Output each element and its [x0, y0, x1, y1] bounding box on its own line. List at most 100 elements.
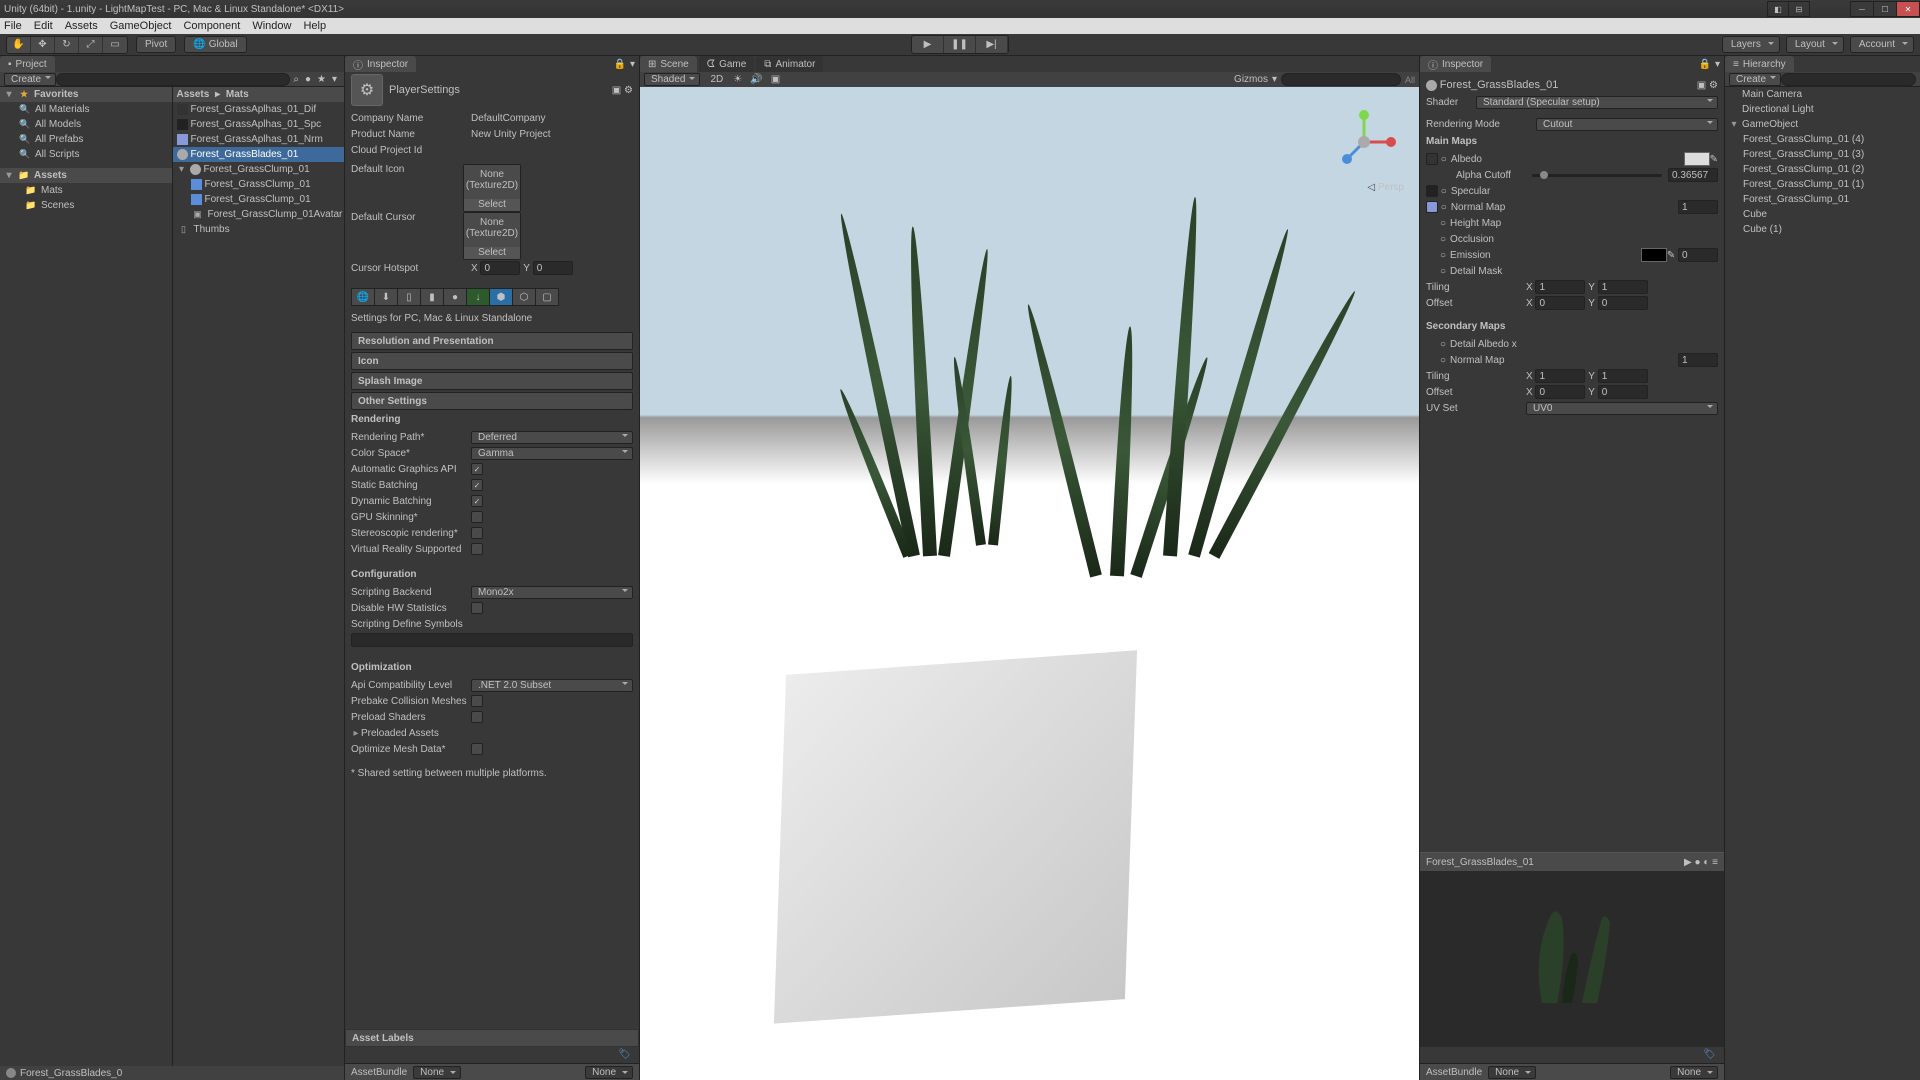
bundle-variant[interactable]: None: [585, 1066, 633, 1079]
gizmos-dropdown[interactable]: Gizmos: [1234, 74, 1268, 85]
inspector-tab[interactable]: ⓘInspector: [345, 56, 416, 72]
disable-hw-checkbox[interactable]: [471, 602, 483, 614]
filter-icon[interactable]: ★: [317, 74, 326, 85]
step-button[interactable]: ▶|: [976, 36, 1008, 53]
hierarchy-item[interactable]: Forest_GrassClump_01: [1725, 192, 1920, 207]
hierarchy-item[interactable]: Forest_GrassClump_01 (4): [1725, 132, 1920, 147]
map-slot[interactable]: [1426, 185, 1438, 197]
global-toggle[interactable]: 🌐Global: [184, 36, 246, 53]
product-value[interactable]: New Unity Project: [471, 129, 633, 140]
hierarchy-item[interactable]: Forest_GrassClump_01 (2): [1725, 162, 1920, 177]
menu-icon[interactable]: ▾: [630, 59, 635, 70]
audio-toggle[interactable]: 🔊: [750, 74, 762, 85]
normal-value[interactable]: 1: [1678, 200, 1718, 214]
hotspot-y[interactable]: 0: [533, 261, 573, 275]
define-symbols-field[interactable]: [351, 633, 633, 647]
section-resolution[interactable]: Resolution and Presentation: [351, 332, 633, 350]
hotspot-x[interactable]: 0: [480, 261, 520, 275]
prebake-checkbox[interactable]: [471, 695, 483, 707]
platform-dl[interactable]: ⬇: [374, 288, 398, 306]
preview-sphere[interactable]: [1502, 893, 1642, 1013]
static-batching-checkbox[interactable]: [471, 479, 483, 491]
close-button[interactable]: ✕: [1896, 1, 1920, 17]
picker-icon[interactable]: ✎: [1710, 154, 1718, 165]
minimize-button[interactable]: ─: [1850, 1, 1874, 17]
project-tab[interactable]: ▪Project: [0, 56, 55, 72]
scene-tab[interactable]: ⊞Scene: [640, 56, 697, 72]
preview-controls[interactable]: ▶ ● ◐ ≡: [1684, 857, 1718, 868]
auto-graphics-checkbox[interactable]: [471, 463, 483, 475]
menu-file[interactable]: File: [4, 20, 22, 32]
file-item[interactable]: Forest_GrassClump_01: [173, 192, 345, 207]
favorite-item[interactable]: 🔍All Models: [0, 117, 172, 132]
file-item[interactable]: Forest_GrassClump_01: [173, 177, 345, 192]
file-item[interactable]: ▾Forest_GrassClump_01: [173, 162, 345, 177]
scene-viewport[interactable]: ◁ Persp: [640, 87, 1419, 1080]
2d-toggle[interactable]: 2D: [710, 74, 723, 85]
stereo-checkbox[interactable]: [471, 527, 483, 539]
layers-dropdown[interactable]: Layers: [1722, 36, 1780, 53]
hierarchy-item[interactable]: Forest_GrassClump_01 (1): [1725, 177, 1920, 192]
menu-assets[interactable]: Assets: [65, 20, 98, 32]
filter-icon[interactable]: ●: [305, 74, 311, 85]
menu-component[interactable]: Component: [183, 20, 240, 32]
map-slot[interactable]: [1426, 153, 1438, 165]
section-icon[interactable]: Icon: [351, 352, 633, 370]
file-item[interactable]: ▯Thumbs: [173, 222, 345, 237]
cutoff-slider[interactable]: [1532, 174, 1662, 177]
file-item[interactable]: Forest_GrassAplhas_01_Nrm: [173, 132, 345, 147]
bundle-dropdown[interactable]: None: [1488, 1066, 1536, 1079]
rotate-tool[interactable]: ↻: [55, 37, 79, 53]
hierarchy-item[interactable]: Cube: [1725, 207, 1920, 222]
project-search[interactable]: [56, 73, 290, 86]
albedo-color[interactable]: [1684, 152, 1710, 166]
hierarchy-item[interactable]: Cube (1): [1725, 222, 1920, 237]
picker-icon[interactable]: ✎: [1667, 250, 1675, 261]
section-other[interactable]: Other Settings: [351, 392, 633, 410]
favorites-header[interactable]: ▾★Favorites: [0, 87, 172, 102]
maximize-button[interactable]: ☐: [1873, 1, 1897, 17]
scripting-backend[interactable]: Mono2x: [471, 586, 633, 599]
platform-bb[interactable]: ●: [443, 288, 467, 306]
save-filter-icon[interactable]: ▾: [332, 74, 337, 85]
asset-labels-header[interactable]: Asset Labels: [345, 1029, 639, 1047]
hand-tool[interactable]: ✋: [7, 37, 31, 53]
platform-standalone[interactable]: ↓: [466, 288, 490, 306]
lock-icon[interactable]: 🔒: [1699, 59, 1711, 70]
api-compat[interactable]: .NET 2.0 Subset: [471, 679, 633, 692]
bundle-variant[interactable]: None: [1670, 1066, 1718, 1079]
file-item-selected[interactable]: Forest_GrassBlades_01: [173, 147, 345, 162]
section-splash[interactable]: Splash Image: [351, 372, 633, 390]
shader-dropdown[interactable]: Standard (Specular setup): [1476, 96, 1718, 109]
pause-button[interactable]: ❚❚: [944, 36, 976, 53]
platform-tv[interactable]: ▢: [535, 288, 559, 306]
filter-icon[interactable]: ⌕: [293, 74, 299, 85]
rect-tool[interactable]: ▭: [103, 37, 127, 53]
menu-gameobject[interactable]: GameObject: [110, 20, 172, 32]
company-value[interactable]: DefaultCompany: [471, 113, 633, 124]
account-dropdown[interactable]: Account: [1850, 36, 1914, 53]
favorite-item[interactable]: 🔍All Scripts: [0, 147, 172, 162]
rendering-mode[interactable]: Cutout: [1536, 118, 1718, 131]
cursor-slot[interactable]: None (Texture2D) Select: [463, 212, 521, 260]
scene-search[interactable]: [1281, 73, 1401, 86]
menu-icon[interactable]: ▾: [1715, 59, 1720, 70]
menu-edit[interactable]: Edit: [34, 20, 53, 32]
hierarchy-item[interactable]: Forest_GrassClump_01 (3): [1725, 147, 1920, 162]
pivot-toggle[interactable]: Pivot: [136, 36, 176, 53]
file-item[interactable]: Forest_GrassAplhas_01_Dif: [173, 102, 345, 117]
platform-tizen[interactable]: ⬡: [512, 288, 536, 306]
hierarchy-item[interactable]: ▾GameObject: [1725, 117, 1920, 132]
folder-scenes[interactable]: 📁Scenes: [0, 198, 172, 213]
folder-mats[interactable]: 📁Mats: [0, 183, 172, 198]
platform-web[interactable]: 🌐: [351, 288, 375, 306]
light-toggle[interactable]: ☀: [733, 74, 742, 85]
menu-help[interactable]: Help: [303, 20, 326, 32]
uv-set[interactable]: UV0: [1526, 402, 1718, 415]
icon-slot[interactable]: None (Texture2D) Select: [463, 164, 521, 212]
layout-dropdown[interactable]: Layout: [1786, 36, 1844, 53]
hierarchy-item[interactable]: Directional Light: [1725, 102, 1920, 117]
game-tab[interactable]: ᗧGame: [699, 56, 755, 72]
fx-toggle[interactable]: ▣: [771, 74, 780, 85]
projection-label[interactable]: ◁ Persp: [1367, 182, 1404, 193]
